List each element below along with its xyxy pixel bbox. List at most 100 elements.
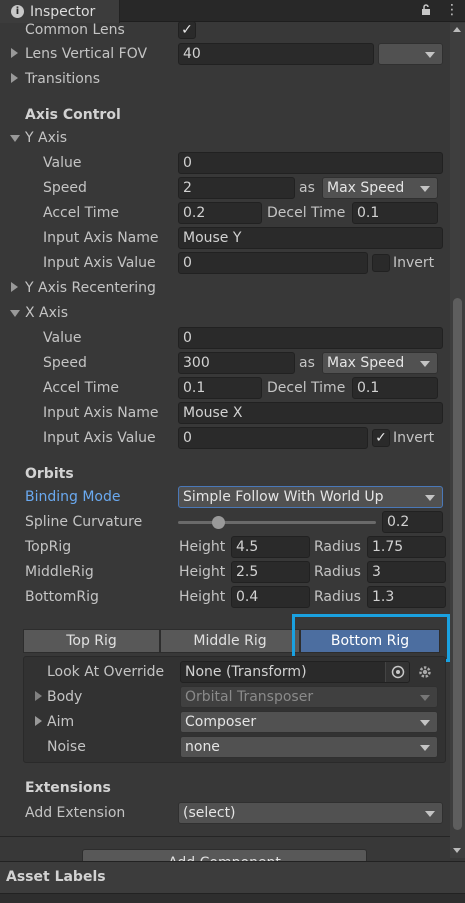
x-invert-label: Invert — [393, 430, 435, 446]
bottom-rig-highlight — [292, 614, 450, 662]
recentering-expand-icon[interactable] — [11, 282, 18, 292]
bottom-rig-radius-label: Radius — [314, 589, 361, 605]
x-value-label: Value — [43, 330, 82, 346]
y-axis-label[interactable]: Y Axis — [25, 128, 67, 148]
middle-rig-radius-input[interactable]: 3 — [367, 561, 446, 583]
y-decel-label: Decel Time — [267, 205, 346, 221]
lens-fov-label: Lens Vertical FOV — [25, 46, 148, 62]
lens-fov-input[interactable]: 40 — [178, 43, 374, 65]
x-speed-mode-dropdown[interactable]: Max Speed — [322, 352, 438, 374]
body-dropdown: Orbital Transposer — [180, 686, 438, 708]
add-extension-label: Add Extension — [25, 805, 126, 821]
tab-bar: i Inspector ⋮ — [0, 0, 465, 23]
y-axis-collapse-icon[interactable] — [10, 135, 20, 142]
chevron-down-icon — [420, 745, 430, 751]
x-decel-input[interactable]: 0.1 — [352, 377, 438, 399]
chevron-down-icon — [420, 186, 430, 192]
tab-middle-rig[interactable]: Middle Rig — [160, 629, 300, 653]
x-accel-label: Accel Time — [43, 380, 119, 396]
y-invert-label: Invert — [393, 255, 435, 271]
transitions-label[interactable]: Transitions — [25, 69, 100, 89]
recentering-label[interactable]: Y Axis Recentering — [25, 278, 156, 298]
scroll-up-icon[interactable] — [453, 27, 461, 32]
look-at-override-label: Look At Override — [47, 664, 165, 680]
chevron-down-icon — [420, 361, 430, 367]
gear-icon[interactable] — [417, 664, 433, 680]
middle-rig-label: MiddleRig — [25, 564, 94, 580]
y-input-value-label: Input Axis Value — [43, 255, 156, 271]
top-rig-height-label: Height — [179, 539, 226, 555]
middle-rig-height-input[interactable]: 2.5 — [231, 561, 310, 583]
body-expand-icon[interactable] — [35, 691, 42, 701]
aim-label: Aim — [47, 714, 75, 730]
lens-fov-expand-icon[interactable] — [11, 48, 18, 58]
tab-top-rig[interactable]: Top Rig — [23, 629, 160, 653]
x-axis-collapse-icon[interactable] — [10, 310, 20, 317]
x-axis-label[interactable]: X Axis — [25, 303, 68, 323]
object-picker-icon[interactable] — [385, 662, 409, 682]
y-decel-input[interactable]: 0.1 — [352, 202, 438, 224]
y-invert-checkbox[interactable] — [372, 254, 390, 272]
lock-icon[interactable] — [421, 4, 431, 16]
chevron-down-icon — [420, 720, 430, 726]
scrollbar-track[interactable] — [450, 23, 465, 858]
aim-expand-icon[interactable] — [35, 716, 42, 726]
tab-title: Inspector — [30, 4, 96, 20]
y-input-value-input[interactable]: 0 — [178, 252, 368, 274]
noise-label: Noise — [47, 739, 86, 755]
section-divider — [0, 836, 450, 837]
top-rig-height-input[interactable]: 4.5 — [231, 536, 310, 558]
extensions-heading: Extensions — [25, 780, 111, 796]
bottom-rig-radius-input[interactable]: 1.3 — [367, 586, 446, 608]
y-as-label: as — [299, 180, 315, 196]
scrollbar-thumb[interactable] — [453, 298, 462, 830]
x-as-label: as — [299, 355, 315, 371]
x-input-value-label: Input Axis Value — [43, 430, 156, 446]
y-input-name-label: Input Axis Name — [43, 230, 159, 246]
y-speed-input[interactable]: 2 — [178, 177, 295, 199]
y-speed-label: Speed — [43, 180, 87, 196]
bottom-border — [0, 893, 465, 903]
top-rig-radius-input[interactable]: 1.75 — [367, 536, 446, 558]
x-input-value-input[interactable]: 0 — [178, 427, 368, 449]
x-value-input[interactable]: 0 — [178, 327, 443, 349]
chevron-down-icon — [425, 495, 435, 501]
look-at-override-field[interactable]: None (Transform) — [180, 661, 410, 683]
y-accel-label: Accel Time — [43, 205, 119, 221]
top-rig-label: TopRig — [25, 539, 72, 555]
orbits-heading: Orbits — [25, 466, 74, 482]
common-lens-checkbox[interactable]: ✓ — [178, 21, 196, 39]
bottom-rig-height-input[interactable]: 0.4 — [231, 586, 310, 608]
y-value-input[interactable]: 0 — [178, 152, 443, 174]
y-speed-mode-dropdown[interactable]: Max Speed — [322, 177, 438, 199]
spline-curvature-input[interactable]: 0.2 — [382, 511, 443, 533]
spline-slider-track[interactable] — [178, 521, 376, 524]
middle-rig-radius-label: Radius — [314, 564, 361, 580]
asset-labels-title: Asset Labels — [6, 869, 106, 885]
spline-slider-thumb[interactable] — [211, 516, 225, 529]
more-options-icon[interactable]: ⋮ — [445, 3, 459, 17]
aim-dropdown[interactable]: Composer — [180, 711, 438, 733]
y-accel-input[interactable]: 0.2 — [178, 202, 262, 224]
x-input-name-label: Input Axis Name — [43, 405, 159, 421]
x-accel-input[interactable]: 0.1 — [178, 377, 262, 399]
y-value-label: Value — [43, 155, 82, 171]
chevron-down-icon — [420, 695, 430, 701]
x-speed-input[interactable]: 300 — [178, 352, 295, 374]
x-input-name-input[interactable]: Mouse X — [178, 402, 443, 424]
add-extension-dropdown[interactable]: (select) — [178, 802, 443, 824]
transitions-expand-icon[interactable] — [11, 73, 18, 83]
body-label: Body — [47, 689, 83, 705]
y-input-name-input[interactable]: Mouse Y — [178, 227, 443, 249]
x-invert-checkbox[interactable]: ✓ — [372, 429, 390, 447]
info-icon: i — [11, 5, 24, 18]
asset-labels-bar[interactable]: Asset Labels — [0, 861, 465, 903]
chevron-down-icon — [425, 811, 435, 817]
bottom-rig-height-label: Height — [179, 589, 226, 605]
lens-preset-dropdown[interactable] — [378, 43, 443, 65]
x-speed-label: Speed — [43, 355, 87, 371]
scroll-down-icon[interactable] — [453, 848, 461, 853]
noise-dropdown[interactable]: none — [180, 736, 438, 758]
common-lens-label: Common Lens — [25, 22, 125, 38]
binding-mode-dropdown[interactable]: Simple Follow With World Up — [178, 486, 443, 508]
